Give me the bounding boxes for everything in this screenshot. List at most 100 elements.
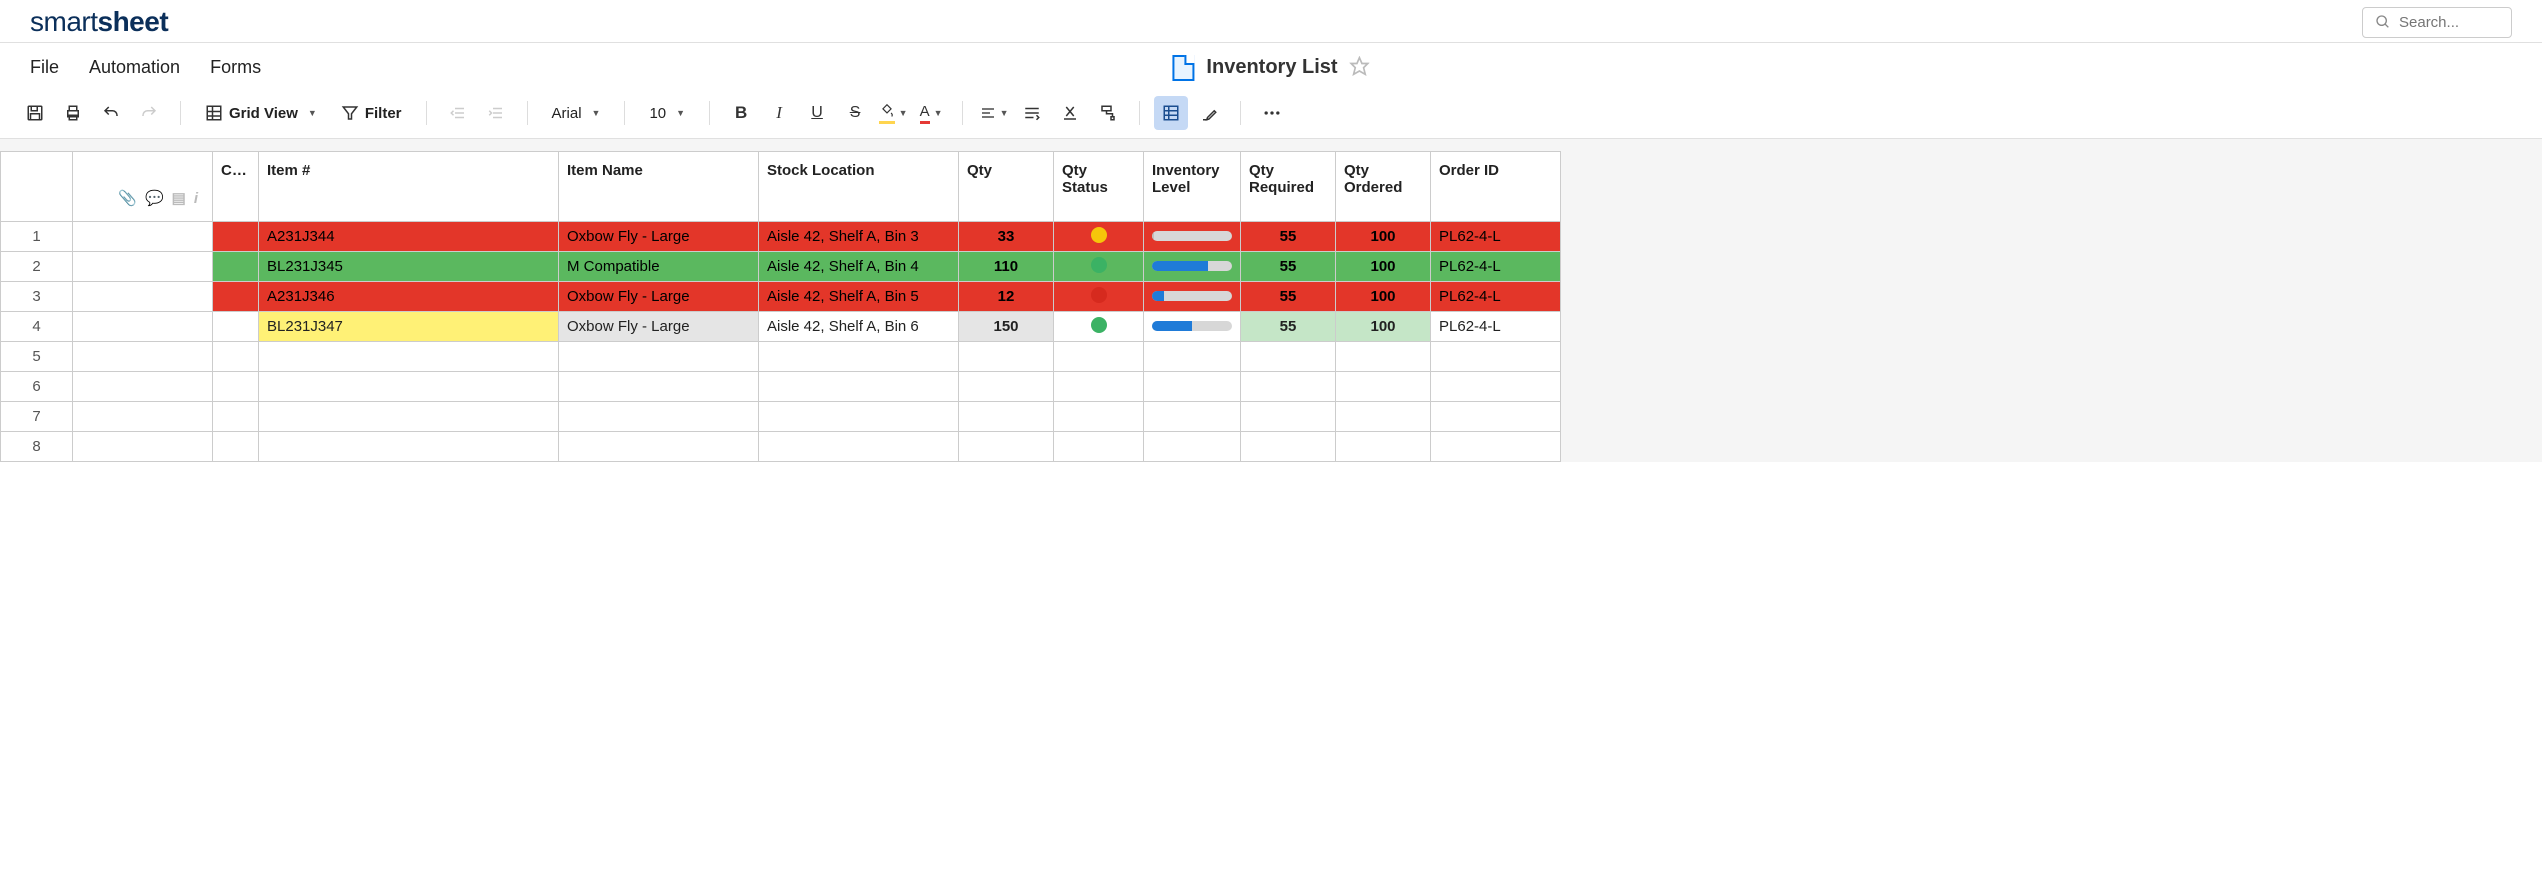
- font-family-select[interactable]: Arial ▼: [542, 96, 611, 130]
- cell[interactable]: Aisle 42, Shelf A, Bin 3: [759, 222, 959, 252]
- inventory-level-cell[interactable]: [1144, 312, 1241, 342]
- cell[interactable]: 100: [1336, 312, 1431, 342]
- inventory-level-cell[interactable]: [1144, 252, 1241, 282]
- cell[interactable]: [1431, 342, 1561, 372]
- cell[interactable]: [259, 372, 559, 402]
- cell[interactable]: PL62-4-L: [1431, 282, 1561, 312]
- cell[interactable]: 33: [959, 222, 1054, 252]
- menu-automation[interactable]: Automation: [89, 57, 180, 78]
- cell[interactable]: [1054, 402, 1144, 432]
- clear-format-button[interactable]: [1053, 96, 1087, 130]
- cell[interactable]: [1336, 402, 1431, 432]
- data-grid[interactable]: 📎 💬 ▤ i C… Item # Item Name Stock Locati…: [0, 151, 1561, 462]
- column-header[interactable]: C…: [213, 152, 259, 222]
- row-number[interactable]: 6: [1, 372, 73, 402]
- cell[interactable]: Aisle 42, Shelf A, Bin 5: [759, 282, 959, 312]
- cell[interactable]: [1336, 432, 1431, 462]
- cell[interactable]: [959, 402, 1054, 432]
- qty-status-cell[interactable]: [1054, 252, 1144, 282]
- align-button[interactable]: ▼: [977, 96, 1011, 130]
- search-box[interactable]: [2362, 7, 2512, 38]
- cell[interactable]: [1144, 342, 1241, 372]
- row-number[interactable]: 8: [1, 432, 73, 462]
- cell[interactable]: Oxbow Fly - Large: [559, 282, 759, 312]
- cell[interactable]: [259, 402, 559, 432]
- cell[interactable]: [759, 372, 959, 402]
- save-button[interactable]: [18, 96, 52, 130]
- cell[interactable]: [213, 282, 259, 312]
- cell[interactable]: PL62-4-L: [1431, 252, 1561, 282]
- cell[interactable]: [213, 252, 259, 282]
- cell[interactable]: [213, 342, 259, 372]
- cell[interactable]: 55: [1241, 282, 1336, 312]
- cell[interactable]: Oxbow Fly - Large: [559, 222, 759, 252]
- italic-button[interactable]: I: [762, 96, 796, 130]
- format-painter-button[interactable]: [1091, 96, 1125, 130]
- row-actions-cell[interactable]: [73, 282, 213, 312]
- cell[interactable]: 110: [959, 252, 1054, 282]
- row-actions-cell[interactable]: [73, 252, 213, 282]
- column-header[interactable]: Item Name: [559, 152, 759, 222]
- cell[interactable]: 100: [1336, 222, 1431, 252]
- cell[interactable]: [73, 372, 213, 402]
- cell[interactable]: [1431, 432, 1561, 462]
- highlight-changes-button[interactable]: [1192, 96, 1226, 130]
- text-color-button[interactable]: A▼: [914, 96, 948, 130]
- column-header[interactable]: Qty Required: [1241, 152, 1336, 222]
- cell[interactable]: [759, 432, 959, 462]
- row-number[interactable]: 1: [1, 222, 73, 252]
- cell[interactable]: 100: [1336, 252, 1431, 282]
- table-row[interactable]: 1 A231J344Oxbow Fly - LargeAisle 42, Shel…: [1, 222, 1561, 252]
- cell[interactable]: [73, 342, 213, 372]
- cell[interactable]: [1144, 372, 1241, 402]
- inventory-level-cell[interactable]: [1144, 282, 1241, 312]
- cell[interactable]: [1054, 372, 1144, 402]
- row-number[interactable]: 2: [1, 252, 73, 282]
- cell[interactable]: [1241, 432, 1336, 462]
- inventory-level-cell[interactable]: [1144, 222, 1241, 252]
- cell[interactable]: [759, 402, 959, 432]
- cell[interactable]: 150: [959, 312, 1054, 342]
- cell[interactable]: [73, 402, 213, 432]
- cell[interactable]: Oxbow Fly - Large: [559, 312, 759, 342]
- cell[interactable]: 55: [1241, 252, 1336, 282]
- cell[interactable]: [213, 432, 259, 462]
- cell[interactable]: 55: [1241, 312, 1336, 342]
- font-size-select[interactable]: 10 ▼: [639, 96, 695, 130]
- conditional-format-button[interactable]: [1154, 96, 1188, 130]
- table-row[interactable]: 3A231J346Oxbow Fly - LargeAisle 42, Shel…: [1, 282, 1561, 312]
- cell[interactable]: [1054, 342, 1144, 372]
- cell[interactable]: [1241, 402, 1336, 432]
- cell[interactable]: [959, 342, 1054, 372]
- cell[interactable]: Aisle 42, Shelf A, Bin 4: [759, 252, 959, 282]
- cell[interactable]: PL62-4-L: [1431, 312, 1561, 342]
- qty-status-cell[interactable]: [1054, 312, 1144, 342]
- column-header[interactable]: Qty Ordered: [1336, 152, 1431, 222]
- cell[interactable]: [259, 432, 559, 462]
- cell[interactable]: A231J344: [259, 222, 559, 252]
- cell[interactable]: [1144, 432, 1241, 462]
- cell[interactable]: [213, 372, 259, 402]
- cell[interactable]: [1144, 402, 1241, 432]
- column-header[interactable]: Qty Status: [1054, 152, 1144, 222]
- cell[interactable]: 55: [1241, 222, 1336, 252]
- row-number[interactable]: 5: [1, 342, 73, 372]
- cell[interactable]: [213, 402, 259, 432]
- table-row[interactable]: 7: [1, 402, 1561, 432]
- column-header[interactable]: Qty: [959, 152, 1054, 222]
- fill-color-button[interactable]: ▼: [876, 96, 910, 130]
- column-header[interactable]: Order ID: [1431, 152, 1561, 222]
- print-button[interactable]: [56, 96, 90, 130]
- cell[interactable]: [1431, 402, 1561, 432]
- cell[interactable]: [1241, 342, 1336, 372]
- cell[interactable]: M Compatible: [559, 252, 759, 282]
- cell[interactable]: BL231J347: [259, 312, 559, 342]
- cell[interactable]: [1431, 372, 1561, 402]
- cell[interactable]: [213, 222, 259, 252]
- cell[interactable]: [1054, 432, 1144, 462]
- cell[interactable]: [559, 372, 759, 402]
- row-number[interactable]: 3: [1, 282, 73, 312]
- menu-forms[interactable]: Forms: [210, 57, 261, 78]
- bold-button[interactable]: B: [724, 96, 758, 130]
- search-input[interactable]: [2399, 14, 2489, 31]
